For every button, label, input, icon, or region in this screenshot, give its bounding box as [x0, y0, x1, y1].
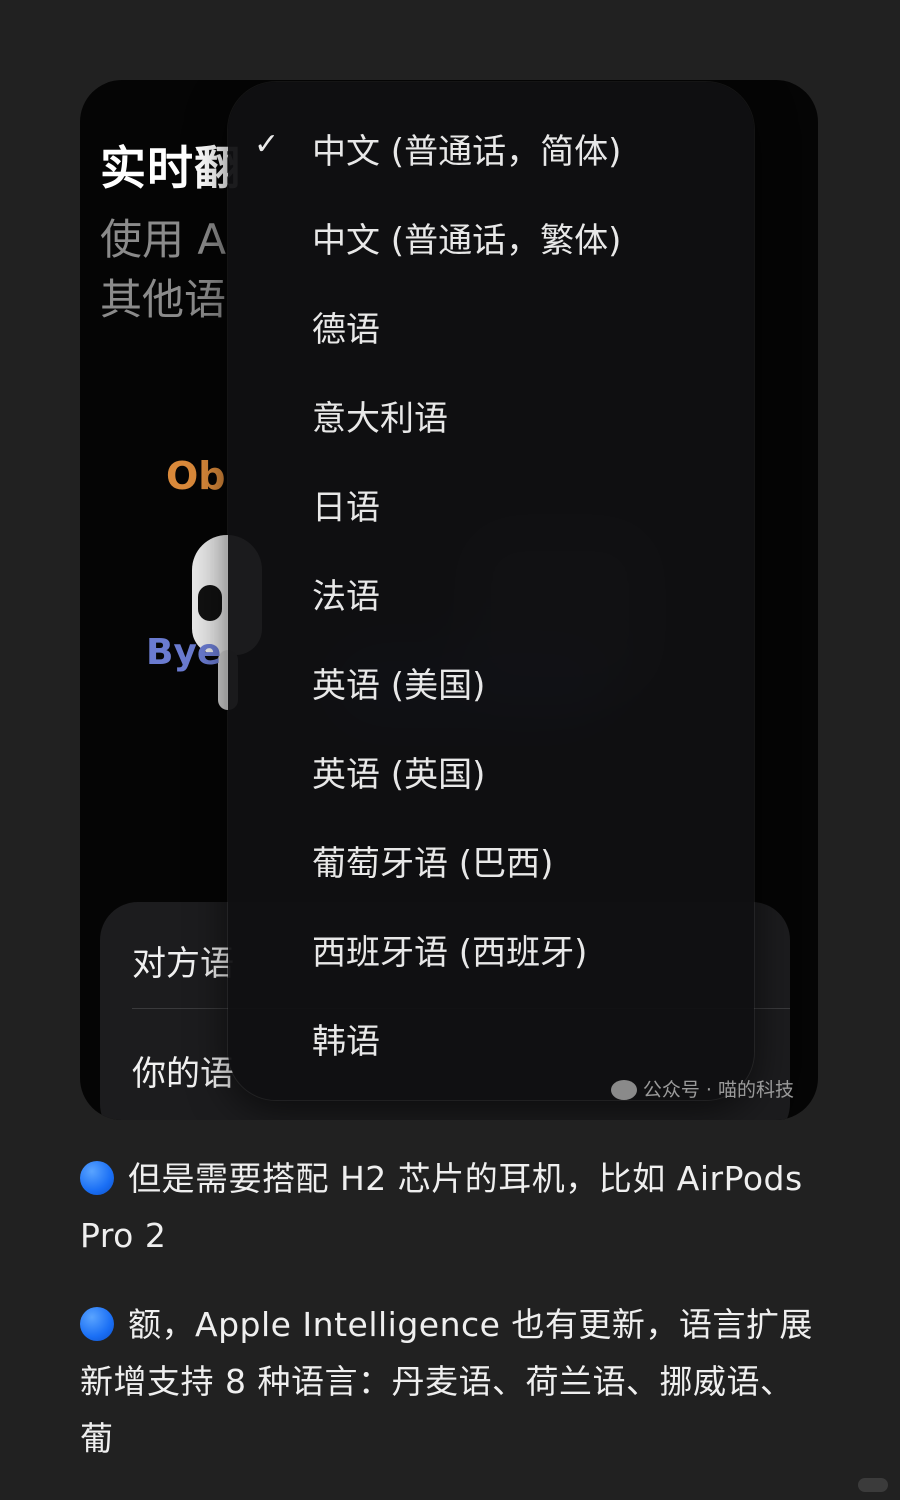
- menu-item-english-uk[interactable]: 英语 (英国): [228, 725, 754, 814]
- menu-item-zh-hans[interactable]: ✓ 中文 (普通话，简体): [228, 102, 754, 191]
- article-paragraph-1: 但是需要搭配 H2 芯片的耳机，比如 AirPods Pro 2: [80, 1150, 820, 1264]
- wechat-icon: [610, 1080, 637, 1100]
- their-language-row[interactable]: 对方语: [132, 936, 234, 985]
- blue-circle-icon: [80, 1161, 114, 1195]
- corner-badge: [858, 1478, 888, 1492]
- background-subtitle-line1: 使用 A: [100, 215, 227, 264]
- your-language-row[interactable]: 你的语: [132, 1046, 234, 1095]
- menu-item-label: 韩语: [312, 1022, 380, 1062]
- menu-item-label: 德语: [312, 310, 380, 350]
- language-dropdown-menu: ✓ 中文 (普通话，简体) 中文 (普通话，繁体) 德语 意大利语 日语 法语 …: [228, 82, 754, 1100]
- menu-item-japanese[interactable]: 日语: [228, 458, 754, 547]
- menu-item-english-us[interactable]: 英语 (美国): [228, 636, 754, 725]
- menu-item-label: 日语: [312, 488, 380, 528]
- article-paragraph-2: 额，Apple Intelligence 也有更新，语言扩展新增支持 8 种语言…: [80, 1296, 820, 1467]
- menu-item-label: 西班牙语 (西班牙): [312, 933, 588, 973]
- menu-item-french[interactable]: 法语: [228, 547, 754, 636]
- checkmark-icon: ✓: [254, 127, 280, 162]
- menu-item-spanish-es[interactable]: 西班牙语 (西班牙): [228, 903, 754, 992]
- menu-item-label: 英语 (美国): [312, 666, 486, 706]
- paragraph-2-text: 额，Apple Intelligence 也有更新，语言扩展新增支持 8 种语言…: [80, 1305, 813, 1458]
- menu-item-label: 葡萄牙语 (巴西): [312, 844, 554, 884]
- menu-item-korean[interactable]: 韩语: [228, 992, 754, 1081]
- airpod-mesh: [198, 585, 222, 621]
- background-subtitle-line2: 其他语: [100, 275, 227, 324]
- watermark: 公众号 · 喵的科技: [610, 1075, 794, 1102]
- embedded-screenshot: 实时翻 使用 A 其他语 Ob Bye 对方语 你的语 ✓ 中文 (普通话，简体…: [80, 80, 818, 1120]
- menu-item-label: 英语 (英国): [312, 755, 486, 795]
- menu-item-label: 中文 (普通话，繁体): [312, 221, 622, 261]
- menu-item-label: 意大利语: [312, 399, 448, 439]
- menu-item-label: 中文 (普通话，简体): [312, 132, 622, 172]
- blue-circle-icon: [80, 1307, 114, 1341]
- menu-item-italian[interactable]: 意大利语: [228, 369, 754, 458]
- menu-item-german[interactable]: 德语: [228, 280, 754, 369]
- menu-item-label: 法语: [312, 577, 380, 617]
- paragraph-1-text: 但是需要搭配 H2 芯片的耳机，比如 AirPods Pro 2: [80, 1159, 803, 1255]
- watermark-text: 公众号 · 喵的科技: [642, 1079, 794, 1101]
- menu-item-zh-hant[interactable]: 中文 (普通话，繁体): [228, 191, 754, 280]
- translation-bubble-text-2: Bye: [146, 632, 222, 673]
- menu-item-portuguese-br[interactable]: 葡萄牙语 (巴西): [228, 814, 754, 903]
- background-title: 实时翻: [100, 141, 241, 195]
- translation-bubble-text-1: Ob: [166, 454, 226, 498]
